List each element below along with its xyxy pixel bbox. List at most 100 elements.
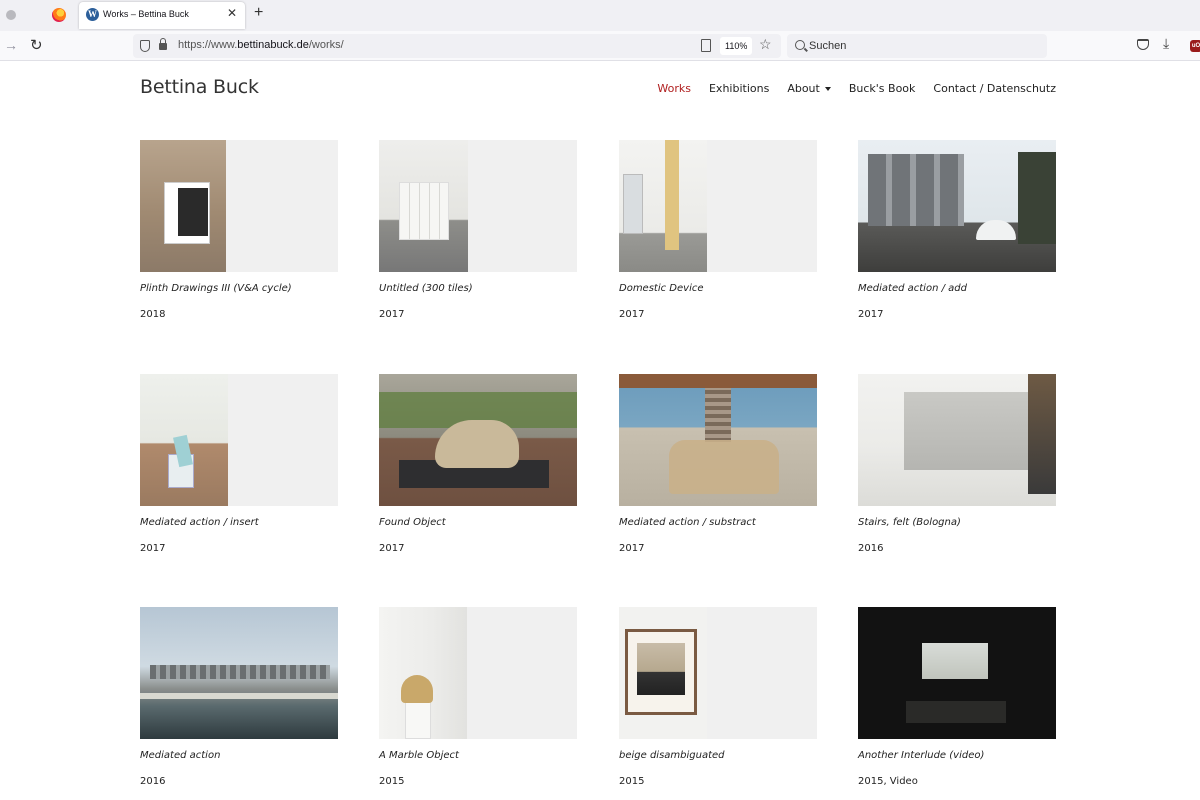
work-title[interactable]: Untitled (300 tiles) (379, 283, 473, 294)
work-thumbnail[interactable] (619, 374, 817, 506)
photo-placeholder (401, 675, 433, 703)
work-title[interactable]: Mediated action (140, 750, 220, 761)
work-year: 2015 (619, 776, 645, 787)
reader-view-icon[interactable] (701, 39, 711, 52)
tab-works[interactable]: W Works – Bettina Buck ✕ (79, 2, 245, 29)
shield-icon[interactable] (140, 40, 150, 52)
work-thumbnail[interactable] (379, 140, 577, 272)
work-item: Mediated action / insert 2017 (140, 374, 338, 554)
window-control[interactable] (6, 10, 16, 20)
work-thumbnail[interactable] (858, 140, 1056, 272)
work-title[interactable]: Mediated action / substract (619, 517, 756, 528)
work-title[interactable]: Another Interlude (video) (858, 750, 984, 761)
photo-placeholder (868, 154, 964, 226)
work-year: 2016 (140, 776, 166, 787)
work-item: Stairs, felt (Bologna) 2016 (858, 374, 1056, 554)
url-prefix: https://www. (178, 39, 238, 51)
work-thumbnail[interactable] (858, 607, 1056, 739)
work-item: Mediated action / add 2017 (858, 140, 1056, 320)
photo-placeholder (623, 174, 643, 234)
work-thumbnail[interactable] (140, 374, 338, 506)
photo-placeholder (1018, 152, 1056, 244)
work-year: 2016 (858, 543, 884, 554)
photo-placeholder (669, 440, 779, 494)
photo-placeholder (906, 701, 1006, 723)
search-icon (795, 40, 805, 50)
chevron-down-icon (824, 87, 831, 91)
browser-nav-bar: → ↻ https://www.bettinabuck.de/works/ 11… (0, 31, 1200, 61)
photo-placeholder (665, 140, 679, 250)
site-title[interactable]: Bettina Buck (140, 76, 259, 98)
work-thumbnail[interactable] (140, 607, 338, 739)
work-year: 2017 (379, 309, 405, 320)
photo-placeholder (637, 643, 685, 695)
work-item: Untitled (300 tiles) 2017 (379, 140, 577, 320)
url-domain: bettinabuck.de (237, 39, 309, 51)
work-year: 2018 (140, 309, 166, 320)
work-item: Another Interlude (video) 2015, Video (858, 607, 1056, 787)
browser-tab-bar: W Works – Bettina Buck ✕ + (0, 0, 1200, 31)
wordpress-icon: W (86, 8, 99, 21)
photo-placeholder (405, 701, 431, 739)
nav-item-bucks-book[interactable]: Buck's Book (849, 82, 916, 95)
photo-placeholder (140, 693, 338, 699)
search-input[interactable] (809, 38, 1029, 54)
work-year: 2017 (619, 543, 645, 554)
search-bar[interactable] (787, 34, 1047, 58)
url-path: /works/ (308, 39, 344, 51)
photo-placeholder (904, 392, 1028, 470)
work-title[interactable]: A Marble Object (379, 750, 459, 761)
download-icon[interactable]: ⤓ (1163, 35, 1169, 52)
nav-item-contact[interactable]: Contact / Datenschutz (933, 82, 1056, 95)
work-year: 2015 (379, 776, 405, 787)
work-thumbnail[interactable] (619, 140, 817, 272)
work-year: 2017 (858, 309, 884, 320)
photo-placeholder (399, 182, 449, 240)
photo-placeholder (619, 374, 817, 388)
main-nav: Works Exhibitions About Buck's Book Cont… (657, 82, 1056, 95)
work-thumbnail[interactable] (619, 607, 817, 739)
close-icon[interactable]: ✕ (227, 6, 237, 20)
nav-item-exhibitions[interactable]: Exhibitions (709, 82, 769, 95)
work-item: Mediated action / substract 2017 (619, 374, 817, 554)
nav-item-works[interactable]: Works (657, 82, 691, 95)
lock-icon[interactable] (159, 38, 167, 50)
firefox-tab-icon[interactable] (52, 8, 66, 22)
reload-icon[interactable]: ↻ (30, 36, 43, 54)
work-item: Domestic Device 2017 (619, 140, 817, 320)
work-title[interactable]: Domestic Device (619, 283, 704, 294)
pocket-icon[interactable] (1137, 39, 1149, 50)
photo-placeholder (922, 643, 988, 679)
work-item: A Marble Object 2015 (379, 607, 577, 787)
work-item: beige disambiguated 2015 (619, 607, 817, 787)
photo-placeholder (150, 665, 330, 679)
work-thumbnail[interactable] (858, 374, 1056, 506)
work-year: 2017 (619, 309, 645, 320)
work-year: 2017 (140, 543, 166, 554)
work-title[interactable]: Found Object (379, 517, 446, 528)
new-tab-button[interactable]: + (254, 4, 263, 22)
url-text[interactable]: https://www.bettinabuck.de/works/ (178, 39, 344, 51)
photo-placeholder (705, 388, 731, 442)
work-title[interactable]: Mediated action / add (858, 283, 967, 294)
work-thumbnail[interactable] (140, 140, 338, 272)
nav-item-about[interactable]: About (787, 82, 831, 95)
work-thumbnail[interactable] (379, 607, 577, 739)
work-title[interactable]: Mediated action / insert (140, 517, 259, 528)
work-item: Mediated action 2016 (140, 607, 338, 787)
work-year: 2015, Video (858, 776, 918, 787)
work-title[interactable]: beige disambiguated (619, 750, 725, 761)
url-bar[interactable]: https://www.bettinabuck.de/works/ 110% ☆ (133, 34, 781, 58)
zoom-level-badge[interactable]: 110% (720, 37, 753, 55)
nav-item-about-label: About (787, 82, 820, 95)
work-year: 2017 (379, 543, 405, 554)
work-item: Found Object 2017 (379, 374, 577, 554)
bookmark-star-icon[interactable]: ☆ (759, 36, 772, 53)
back-arrow-icon[interactable]: → (4, 37, 18, 53)
work-title[interactable]: Stairs, felt (Bologna) (858, 517, 961, 528)
photo-placeholder (178, 188, 208, 236)
work-item: Plinth Drawings III (V&A cycle) 2018 (140, 140, 338, 320)
work-title[interactable]: Plinth Drawings III (V&A cycle) (140, 283, 292, 294)
extension-icon[interactable]: uO (1190, 40, 1200, 52)
work-thumbnail[interactable] (379, 374, 577, 506)
